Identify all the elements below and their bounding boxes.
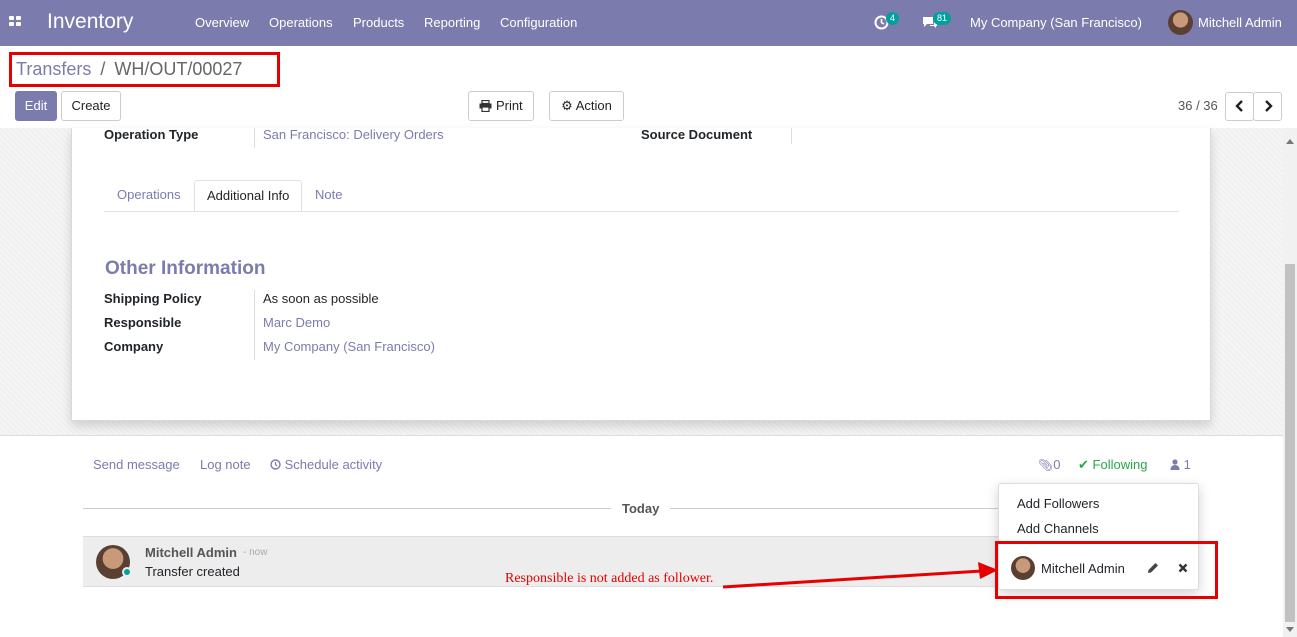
user-menu[interactable]: Mitchell Admin: [1198, 15, 1282, 30]
add-followers-item[interactable]: Add Followers: [1017, 496, 1099, 511]
chevron-right-icon: [1264, 100, 1273, 112]
apps-menu-icon[interactable]: [9, 16, 22, 28]
company-value[interactable]: My Company (San Francisco): [263, 339, 435, 354]
schedule-activity-button[interactable]: Schedule activity: [270, 457, 382, 472]
today-label: Today: [622, 501, 660, 516]
followers-button[interactable]: 1: [1170, 457, 1191, 472]
online-status-dot: [122, 567, 132, 577]
chevron-left-icon: [1234, 100, 1243, 112]
company-label: Company: [104, 339, 164, 354]
action-button-label: Action: [575, 98, 612, 113]
activity-count-badge: 4: [886, 12, 900, 25]
operation-type-value[interactable]: San Francisco: Delivery Orders: [263, 127, 444, 142]
tab-operations[interactable]: Operations: [105, 180, 193, 212]
message-author[interactable]: Mitchell Admin: [145, 545, 237, 560]
shipping-policy-value: As soon as possible: [263, 291, 379, 306]
log-note-button[interactable]: Log note: [200, 457, 251, 472]
source-document-label: Source Document: [641, 127, 753, 142]
message-body: Transfer created: [145, 564, 240, 579]
print-icon: [479, 99, 492, 113]
send-message-button[interactable]: Send message: [93, 457, 180, 472]
breadcrumb-highlight-box: [9, 52, 280, 87]
create-button[interactable]: Create: [61, 91, 121, 121]
menu-operations[interactable]: Operations: [269, 15, 333, 30]
attachments-count: 0: [1053, 457, 1061, 472]
following-button[interactable]: ✔ Following: [1078, 457, 1147, 473]
shipping-policy-label: Shipping Policy: [104, 291, 202, 306]
annotation-arrow: [722, 562, 998, 589]
attachments-button[interactable]: 📎︎0: [1038, 457, 1060, 472]
field-divider: [254, 290, 255, 360]
pager-value: 36 / 36: [1178, 98, 1218, 113]
pager-previous-button[interactable]: [1225, 92, 1254, 121]
message-time: - now: [243, 547, 268, 558]
scroll-down-icon[interactable]: [1286, 627, 1294, 632]
gear-icon: ⚙: [561, 98, 573, 113]
today-divider-right: [670, 508, 1000, 509]
follower-highlight-box: [995, 541, 1218, 599]
responsible-label: Responsible: [104, 315, 182, 330]
tab-additional-info[interactable]: Additional Info: [194, 180, 303, 212]
check-icon: ✔: [1078, 457, 1089, 472]
schedule-activity-label: Schedule activity: [284, 457, 383, 472]
paperclip-icon: 📎︎: [1038, 458, 1054, 472]
pager-next-button[interactable]: [1253, 92, 1282, 121]
clock-icon: [270, 459, 281, 470]
tabs-divider: [104, 211, 1179, 212]
annotation-text: Responsible is not added as follower.: [505, 571, 714, 586]
scrollbar-thumb[interactable]: [1285, 264, 1295, 622]
company-switcher[interactable]: My Company (San Francisco): [970, 15, 1142, 30]
operation-type-label: Operation Type: [104, 127, 199, 142]
user-icon: [1170, 459, 1180, 470]
section-title: Other Information: [105, 258, 266, 279]
field-divider: [791, 128, 792, 144]
menu-reporting[interactable]: Reporting: [424, 15, 480, 30]
followers-count: 1: [1183, 457, 1191, 472]
action-button[interactable]: ⚙ Action: [549, 91, 624, 121]
user-avatar[interactable]: [1168, 10, 1193, 35]
responsible-value[interactable]: Marc Demo: [263, 315, 330, 330]
print-button[interactable]: Print: [468, 91, 534, 121]
menu-products[interactable]: Products: [353, 15, 404, 30]
add-channels-item[interactable]: Add Channels: [1017, 521, 1099, 536]
edit-button[interactable]: Edit: [15, 91, 57, 121]
following-label: Following: [1092, 457, 1148, 472]
tab-note[interactable]: Note: [303, 180, 354, 212]
today-divider-left: [83, 508, 611, 509]
scroll-up-icon[interactable]: [1286, 139, 1294, 144]
menu-configuration[interactable]: Configuration: [500, 15, 577, 30]
app-name[interactable]: Inventory: [47, 10, 133, 34]
print-button-label: Print: [495, 98, 523, 113]
field-divider: [254, 128, 255, 148]
messages-count-badge: 81: [933, 12, 952, 25]
menu-overview[interactable]: Overview: [195, 15, 249, 30]
chatter-separator: [0, 435, 1283, 436]
top-navbar: Inventory Overview Operations Products R…: [0, 0, 1297, 46]
